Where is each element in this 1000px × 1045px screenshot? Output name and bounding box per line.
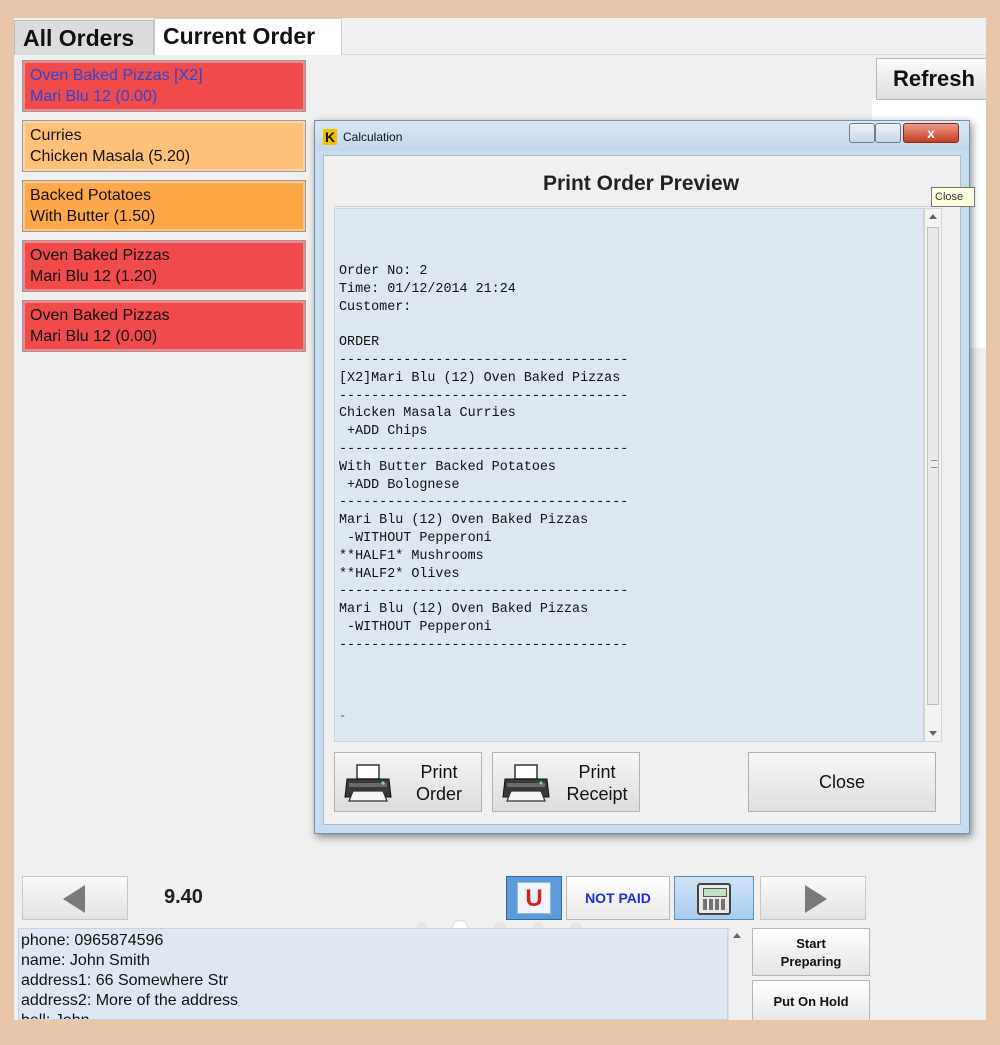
order-item[interactable]: Curries Chicken Masala (5.20) <box>22 120 306 172</box>
order-item-name: Oven Baked Pizzas [X2] <box>30 67 203 84</box>
not-paid-button[interactable]: NOT PAID <box>566 876 670 920</box>
print-receipt-line2: Receipt <box>566 784 628 804</box>
order-item[interactable]: Oven Baked Pizzas [X2] Mari Blu 12 (0.00… <box>22 60 306 112</box>
customer-address2: address2: More of the address <box>21 992 239 1009</box>
order-item-name: Curries <box>30 127 82 144</box>
customer-scrollbar[interactable] <box>728 928 747 1020</box>
order-item-detail: With Butter (1.50) <box>30 208 156 225</box>
order-total: 9.40 <box>164 886 203 908</box>
order-item-detail: Mari Blu 12 (1.20) <box>30 268 158 285</box>
customer-name: name: John Smith <box>21 952 150 969</box>
receipt-end-mark: - <box>339 709 347 723</box>
print-order-label: Print Order <box>399 761 479 805</box>
tab-bar: All Orders Current Order <box>14 18 986 55</box>
order-item[interactable]: Oven Baked Pizzas Mari Blu 12 (1.20) <box>22 240 306 292</box>
print-order-button[interactable]: Print Order <box>334 752 482 812</box>
dialog-title-bar[interactable]: K Calculation x <box>315 121 969 151</box>
scroll-up-icon[interactable] <box>733 933 741 938</box>
scroll-down-icon[interactable] <box>929 731 937 736</box>
prev-button[interactable] <box>22 876 128 920</box>
print-receipt-label: Print Receipt <box>557 761 637 805</box>
printer-icon <box>344 764 392 802</box>
minimize-button[interactable] <box>849 123 875 143</box>
order-item-name: Oven Baked Pizzas <box>30 307 170 324</box>
tab-all-orders[interactable]: All Orders <box>14 20 154 54</box>
k-app-icon: K <box>323 129 337 145</box>
order-item-name: Oven Baked Pizzas <box>30 247 170 264</box>
dialog-title: Calculation <box>343 130 403 144</box>
printer-icon <box>502 764 550 802</box>
maximize-button[interactable] <box>875 123 901 143</box>
order-item[interactable]: Oven Baked Pizzas Mari Blu 12 (0.00) <box>22 300 306 352</box>
order-item-detail: Chicken Masala (5.20) <box>30 148 191 165</box>
arrow-left-icon <box>63 885 85 913</box>
start-preparing-line2: Preparing <box>780 954 842 969</box>
window-close-button[interactable]: x <box>903 123 959 143</box>
customer-info[interactable]: phone: 0965874596 name: John Smith addre… <box>18 928 728 1020</box>
scroll-up-icon[interactable] <box>929 214 937 219</box>
calculator-icon <box>697 883 731 915</box>
customer-phone: phone: 0965874596 <box>21 932 164 949</box>
print-order-line2: Order <box>415 784 462 804</box>
print-preview-area[interactable]: Order No: 2 Time: 01/12/2014 21:24 Custo… <box>334 208 924 742</box>
start-preparing-line1: Start <box>796 936 826 951</box>
calculation-dialog: K Calculation x Print Order Preview Orde… <box>314 120 970 834</box>
calculator-button[interactable] <box>674 876 754 920</box>
print-order-line1: Print <box>420 762 458 782</box>
u-button[interactable]: U <box>506 876 562 920</box>
tab-current-order[interactable]: Current Order <box>154 18 342 55</box>
customer-bell: bell: John <box>21 1011 725 1019</box>
order-item-name: Backed Potatoes <box>30 187 151 204</box>
refresh-button[interactable]: Refresh <box>876 58 986 100</box>
print-receipt-button[interactable]: Print Receipt <box>492 752 640 812</box>
close-button[interactable]: Close <box>748 752 936 812</box>
close-tooltip: Close <box>931 187 975 207</box>
preview-scrollbar[interactable] <box>924 208 942 742</box>
arrow-right-icon <box>805 885 827 913</box>
next-button[interactable] <box>760 876 866 920</box>
customer-address1: address1: 66 Somewhere Str <box>21 972 229 989</box>
print-receipt-line1: Print <box>578 762 616 782</box>
start-preparing-button[interactable]: Start Preparing <box>752 928 870 976</box>
dialog-body: Print Order Preview Order No: 2 Time: 01… <box>323 155 961 825</box>
order-item-detail: Mari Blu 12 (0.00) <box>30 88 158 105</box>
print-preview-title: Print Order Preview <box>334 162 948 207</box>
u-button-label: U <box>517 882 551 914</box>
scrollbar-thumb[interactable] <box>927 227 939 705</box>
receipt-text: Order No: 2 Time: 01/12/2014 21:24 Custo… <box>339 264 629 653</box>
order-item-detail: Mari Blu 12 (0.00) <box>30 328 158 345</box>
put-on-hold-button[interactable]: Put On Hold <box>752 980 870 1020</box>
order-item[interactable]: Backed Potatoes With Butter (1.50) <box>22 180 306 232</box>
grip-icon <box>931 460 937 468</box>
